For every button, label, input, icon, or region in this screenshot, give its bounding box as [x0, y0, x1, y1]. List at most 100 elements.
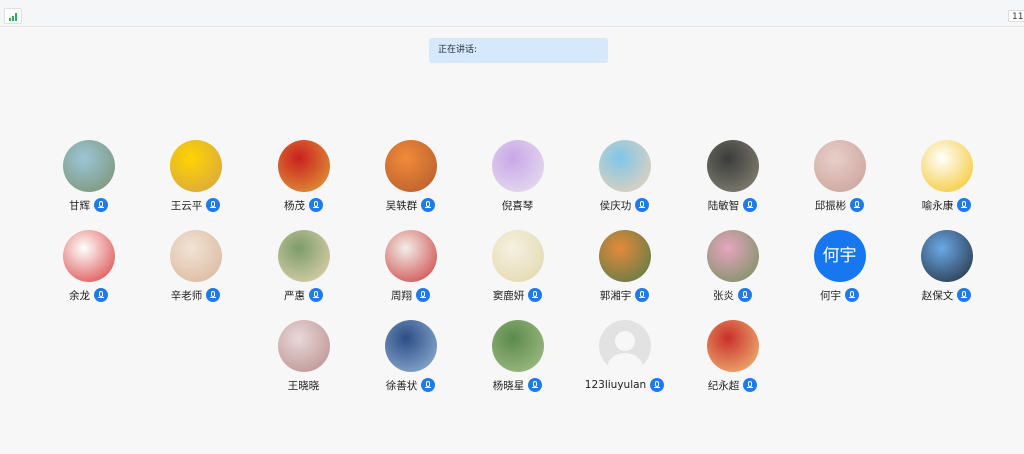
participant-avatar[interactable] — [491, 140, 544, 192]
participant-tile[interactable]: 王晓晓 — [250, 320, 357, 393]
participant-name: 周翔 — [391, 289, 412, 302]
participant-tile[interactable]: 周翔 — [357, 230, 464, 303]
participant-tile[interactable]: 郭湘宇 — [571, 230, 678, 303]
participant-name-row: 123liuyulan — [571, 377, 678, 393]
microphone-icon[interactable] — [743, 198, 758, 212]
participant-avatar[interactable] — [706, 140, 759, 192]
participant-name-row: 辛老师 — [142, 287, 249, 303]
participant-name-row: 张炎 — [679, 287, 786, 303]
participant-name-row: 徐善状 — [357, 377, 464, 393]
participant-avatar[interactable] — [277, 140, 330, 192]
participant-name: 纪永超 — [707, 379, 740, 392]
microphone-icon[interactable] — [850, 198, 865, 212]
participant-tile[interactable]: 杨晓星 — [464, 320, 571, 393]
participant-avatar[interactable] — [277, 320, 330, 372]
microphone-icon[interactable] — [94, 198, 108, 212]
participant-name-row: 何宇 — [786, 287, 893, 303]
microphone-icon[interactable] — [738, 288, 752, 302]
participant-name-row: 喻永康 — [893, 197, 1000, 213]
default-avatar-icon[interactable] — [598, 320, 651, 372]
participant-tile[interactable]: 倪喜琴 — [464, 140, 571, 213]
participant-avatar[interactable] — [920, 230, 973, 282]
participant-name: 陆敏智 — [707, 199, 740, 212]
participant-tile[interactable]: 赵保文 — [893, 230, 1000, 303]
participant-name: 徐善状 — [385, 379, 418, 392]
microphone-icon[interactable] — [845, 288, 859, 302]
participant-tile[interactable]: 严惠 — [250, 230, 357, 303]
participant-avatar[interactable] — [384, 230, 437, 282]
participant-avatar[interactable]: 何宇 — [813, 230, 866, 282]
participant-tile[interactable]: 侯庆功 — [571, 140, 678, 213]
participant-name: 杨茂 — [284, 199, 305, 212]
participant-avatar[interactable] — [598, 230, 651, 282]
participant-avatar[interactable] — [62, 140, 115, 192]
participant-name-row: 郭湘宇 — [571, 287, 678, 303]
participant-avatar[interactable] — [706, 230, 759, 282]
participant-name: 严惠 — [284, 289, 305, 302]
participant-name: 123liuyulan — [584, 379, 647, 391]
participant-name: 余龙 — [69, 289, 90, 302]
participant-tile[interactable]: 王云平 — [142, 140, 249, 213]
network-signal-icon[interactable] — [4, 8, 22, 24]
participant-name-row: 严惠 — [250, 287, 357, 303]
participant-name-row: 纪永超 — [679, 377, 786, 393]
participant-name: 侯庆功 — [599, 199, 632, 212]
participant-avatar[interactable] — [62, 230, 115, 282]
microphone-icon[interactable] — [94, 288, 108, 302]
microphone-icon[interactable] — [528, 288, 543, 302]
participant-tile[interactable]: 余龙 — [35, 230, 142, 303]
participant-tile[interactable]: 喻永康 — [893, 140, 1000, 213]
participant-tile[interactable]: 窦鹿妍 — [464, 230, 571, 303]
participant-name: 甘辉 — [69, 199, 90, 212]
participant-avatar[interactable] — [384, 320, 437, 372]
participant-tile[interactable]: 杨茂 — [250, 140, 357, 213]
participant-tile[interactable]: 吴轶群 — [357, 140, 464, 213]
participant-avatar[interactable] — [277, 230, 330, 282]
participant-name: 张炎 — [713, 289, 734, 302]
participant-avatar[interactable] — [813, 140, 866, 192]
microphone-icon[interactable] — [206, 288, 221, 302]
microphone-icon[interactable] — [206, 198, 221, 212]
microphone-icon[interactable] — [421, 198, 436, 212]
participant-avatar[interactable] — [169, 140, 222, 192]
participant-avatar[interactable] — [384, 140, 437, 192]
microphone-icon[interactable] — [528, 378, 543, 392]
participant-name-row: 周翔 — [357, 287, 464, 303]
participant-tile[interactable]: 陆敏智 — [679, 140, 786, 213]
participant-tile[interactable]: 何宇 何宇 — [786, 230, 893, 303]
microphone-icon[interactable] — [743, 378, 758, 392]
participant-tile[interactable]: 徐善状 — [357, 320, 464, 393]
participant-name-row: 甘辉 — [35, 197, 142, 213]
participant-tile[interactable]: 辛老师 — [142, 230, 249, 303]
participant-avatar[interactable] — [920, 140, 973, 192]
speaking-indicator: 正在讲话: — [429, 38, 608, 63]
participant-name: 倪喜琴 — [501, 199, 534, 212]
participant-avatar[interactable] — [706, 320, 759, 372]
participant-tile[interactable]: 纪永超 — [679, 320, 786, 393]
participant-name-row: 倪喜琴 — [464, 197, 571, 213]
participant-name-row: 窦鹿妍 — [464, 287, 571, 303]
microphone-icon[interactable] — [309, 288, 323, 302]
participant-tile[interactable]: 123liuyulan — [571, 320, 678, 393]
participant-name: 何宇 — [820, 289, 841, 302]
participant-avatar[interactable] — [598, 140, 651, 192]
participant-name: 郭湘宇 — [599, 289, 632, 302]
participant-tile[interactable]: 甘辉 — [35, 140, 142, 213]
participant-avatar[interactable] — [491, 230, 544, 282]
participant-name-row: 王晓晓 — [250, 377, 357, 393]
participant-tile[interactable]: 张炎 — [679, 230, 786, 303]
microphone-icon[interactable] — [635, 288, 650, 302]
participant-avatar[interactable] — [169, 230, 222, 282]
microphone-icon[interactable] — [416, 288, 430, 302]
participant-tile[interactable]: 邱振彬 — [786, 140, 893, 213]
microphone-icon[interactable] — [957, 288, 972, 302]
microphone-icon[interactable] — [421, 378, 436, 392]
participant-avatar[interactable] — [491, 320, 544, 372]
microphone-icon[interactable] — [309, 198, 323, 212]
microphone-icon[interactable] — [650, 378, 665, 392]
participant-name-row: 余龙 — [35, 287, 142, 303]
participant-name: 吴轶群 — [385, 199, 418, 212]
participant-count-badge[interactable]: 11 — [1008, 10, 1024, 22]
microphone-icon[interactable] — [635, 198, 650, 212]
microphone-icon[interactable] — [957, 198, 972, 212]
